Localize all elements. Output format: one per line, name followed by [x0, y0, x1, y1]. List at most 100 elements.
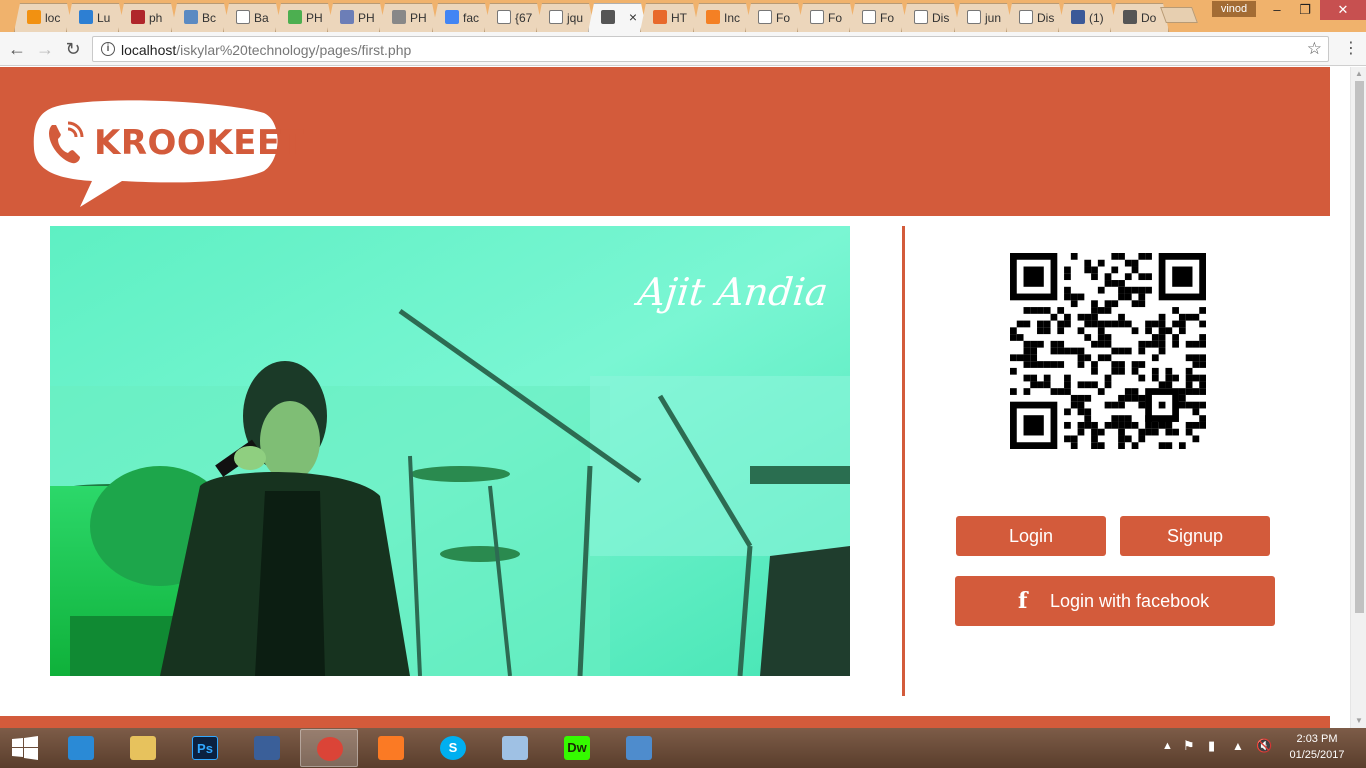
scroll-down-icon[interactable]: ▼ — [1354, 716, 1364, 726]
wdg-icon — [131, 10, 145, 24]
vertical-scrollbar[interactable]: ▲ ▼ — [1350, 67, 1366, 728]
tab-title: Bc — [201, 11, 216, 25]
tab-11[interactable]: × — [588, 3, 647, 32]
media-player-taskbar-button[interactable] — [238, 729, 296, 767]
tab-12[interactable]: HT — [640, 3, 699, 32]
chrome-menu-icon[interactable]: ⋮ — [1343, 40, 1359, 58]
google-icon — [445, 10, 459, 24]
page-icon — [236, 10, 250, 24]
page-viewport: KROOKEET Ajit Andia Login Signup f Login… — [0, 67, 1350, 728]
tab-13[interactable]: Inc — [693, 3, 752, 32]
show-hidden-icons[interactable]: ▲ — [1162, 740, 1173, 752]
forward-icon[interactable]: → — [34, 38, 56, 60]
tab-title: HT — [671, 11, 688, 25]
tab-18[interactable]: jun — [954, 3, 1013, 32]
tab-title: jun — [984, 11, 1001, 25]
page-icon — [497, 10, 511, 24]
photoshop-taskbar-button[interactable]: Ps — [176, 729, 234, 767]
url-text[interactable]: localhost/iskylar%20technology/pages/fir… — [121, 42, 411, 58]
internet-explorer-taskbar-button[interactable] — [52, 729, 110, 767]
tab-title: PH — [358, 11, 375, 25]
scrollbar-thumb[interactable] — [1355, 81, 1364, 613]
profile-button[interactable]: vinod — [1212, 1, 1256, 17]
signal-icon[interactable]: ▲ — [1232, 739, 1244, 753]
xampp-icon — [378, 736, 404, 760]
tab-title: PH — [410, 11, 428, 25]
windows-taskbar: Ps S Dw ▲ ⚑ ▮ ▲ 🔇 2:03 PM 01/25/2017 — [0, 728, 1366, 768]
qr-code-icon — [1010, 253, 1206, 449]
flag-icon[interactable]: ⚑ — [1183, 738, 1195, 754]
tab-10[interactable]: jqu — [536, 3, 595, 32]
site-header: KROOKEET — [0, 67, 1330, 216]
clock-date: 01/25/2017 — [1289, 749, 1345, 761]
skype-taskbar-button[interactable]: S — [424, 729, 482, 767]
tab-title: Dis — [1036, 11, 1055, 25]
krookeet-logo[interactable]: KROOKEET — [32, 99, 304, 209]
tab-title: Ba — [253, 11, 269, 25]
facebook-icon: f — [1018, 588, 1028, 614]
new-tab-button[interactable] — [1160, 7, 1198, 23]
tab-20[interactable]: (1) — [1058, 3, 1117, 32]
xampp-taskbar-button[interactable] — [362, 729, 420, 767]
skype-icon: S — [440, 736, 466, 760]
facebook-login-button[interactable]: f Login with facebook — [955, 576, 1275, 626]
tab-title: {67 — [514, 11, 533, 25]
address-bar[interactable]: i localhost/iskylar%20technology/pages/f… — [92, 36, 1329, 62]
divider-line — [902, 226, 905, 696]
tab-title: Fo — [828, 11, 843, 25]
download-icon — [1123, 10, 1137, 24]
tab-6[interactable]: PH — [327, 3, 386, 32]
taskbar-icon-text: Dw — [567, 740, 587, 755]
tab-5[interactable]: PH — [275, 3, 334, 32]
photo-icon — [626, 736, 652, 760]
restore-icon[interactable]: ❐ — [1290, 0, 1320, 20]
ie-icon — [68, 736, 94, 760]
tab-title: loc — [45, 11, 61, 25]
tab-8[interactable]: fac — [432, 3, 491, 32]
tab-15[interactable]: Fo — [797, 3, 856, 32]
tab-9[interactable]: {67 — [484, 3, 543, 32]
tab-2[interactable]: ph — [118, 3, 177, 32]
media-player-icon — [254, 736, 280, 760]
clock-time: 2:03 PM — [1296, 733, 1338, 745]
stackoverflow-icon — [706, 10, 720, 24]
tab-3[interactable]: Bc — [171, 3, 230, 32]
network-device-icon[interactable]: ▮ — [1208, 738, 1215, 754]
tab-7[interactable]: PH — [379, 3, 438, 32]
url-path: /iskylar%20technology/pages/first.php — [176, 42, 412, 58]
volume-muted-icon[interactable]: 🔇 — [1256, 738, 1272, 754]
tab-14[interactable]: Fo — [745, 3, 804, 32]
virtualbox-taskbar-button[interactable] — [486, 729, 544, 767]
tab-0[interactable]: loc — [14, 3, 73, 32]
close-window-icon[interactable]: ✕ — [1320, 0, 1366, 20]
signup-button[interactable]: Signup — [1120, 516, 1270, 556]
minimize-icon[interactable]: – — [1262, 0, 1292, 20]
photos-taskbar-button[interactable] — [610, 729, 668, 767]
tab-title: Dis — [932, 11, 950, 25]
system-clock[interactable]: 2:03 PM 01/25/2017 — [1280, 731, 1354, 763]
scroll-up-icon[interactable]: ▲ — [1354, 69, 1364, 79]
diamond-icon — [392, 10, 406, 24]
file-explorer-taskbar-button[interactable] — [114, 729, 172, 767]
reload-icon[interactable]: ↻ — [62, 38, 84, 60]
windows-icon — [12, 736, 38, 760]
tab-16[interactable]: Fo — [849, 3, 908, 32]
close-tab-icon[interactable]: × — [629, 9, 637, 25]
tab-19[interactable]: Dis — [1006, 3, 1065, 32]
back-icon[interactable]: ← — [6, 38, 28, 60]
tab-1[interactable]: Lu — [66, 3, 125, 32]
hero-caption-text: Ajit Andia — [635, 270, 831, 314]
tab-title: Fo — [880, 11, 895, 25]
chrome-taskbar-button[interactable] — [300, 729, 358, 767]
dreamweaver-icon: Dw — [564, 736, 590, 760]
tab-17[interactable]: Dis — [901, 3, 960, 32]
page-icon — [862, 10, 876, 24]
dreamweaver-taskbar-button[interactable]: Dw — [548, 729, 606, 767]
bookmark-star-icon[interactable]: ☆ — [1307, 39, 1322, 59]
tab-4[interactable]: Ba — [223, 3, 282, 32]
taskbar-icon-text: S — [448, 740, 458, 755]
tab-title: ph — [149, 11, 163, 25]
login-button[interactable]: Login — [956, 516, 1106, 556]
site-info-icon[interactable]: i — [101, 42, 115, 56]
start-button-taskbar-button[interactable] — [0, 729, 58, 767]
